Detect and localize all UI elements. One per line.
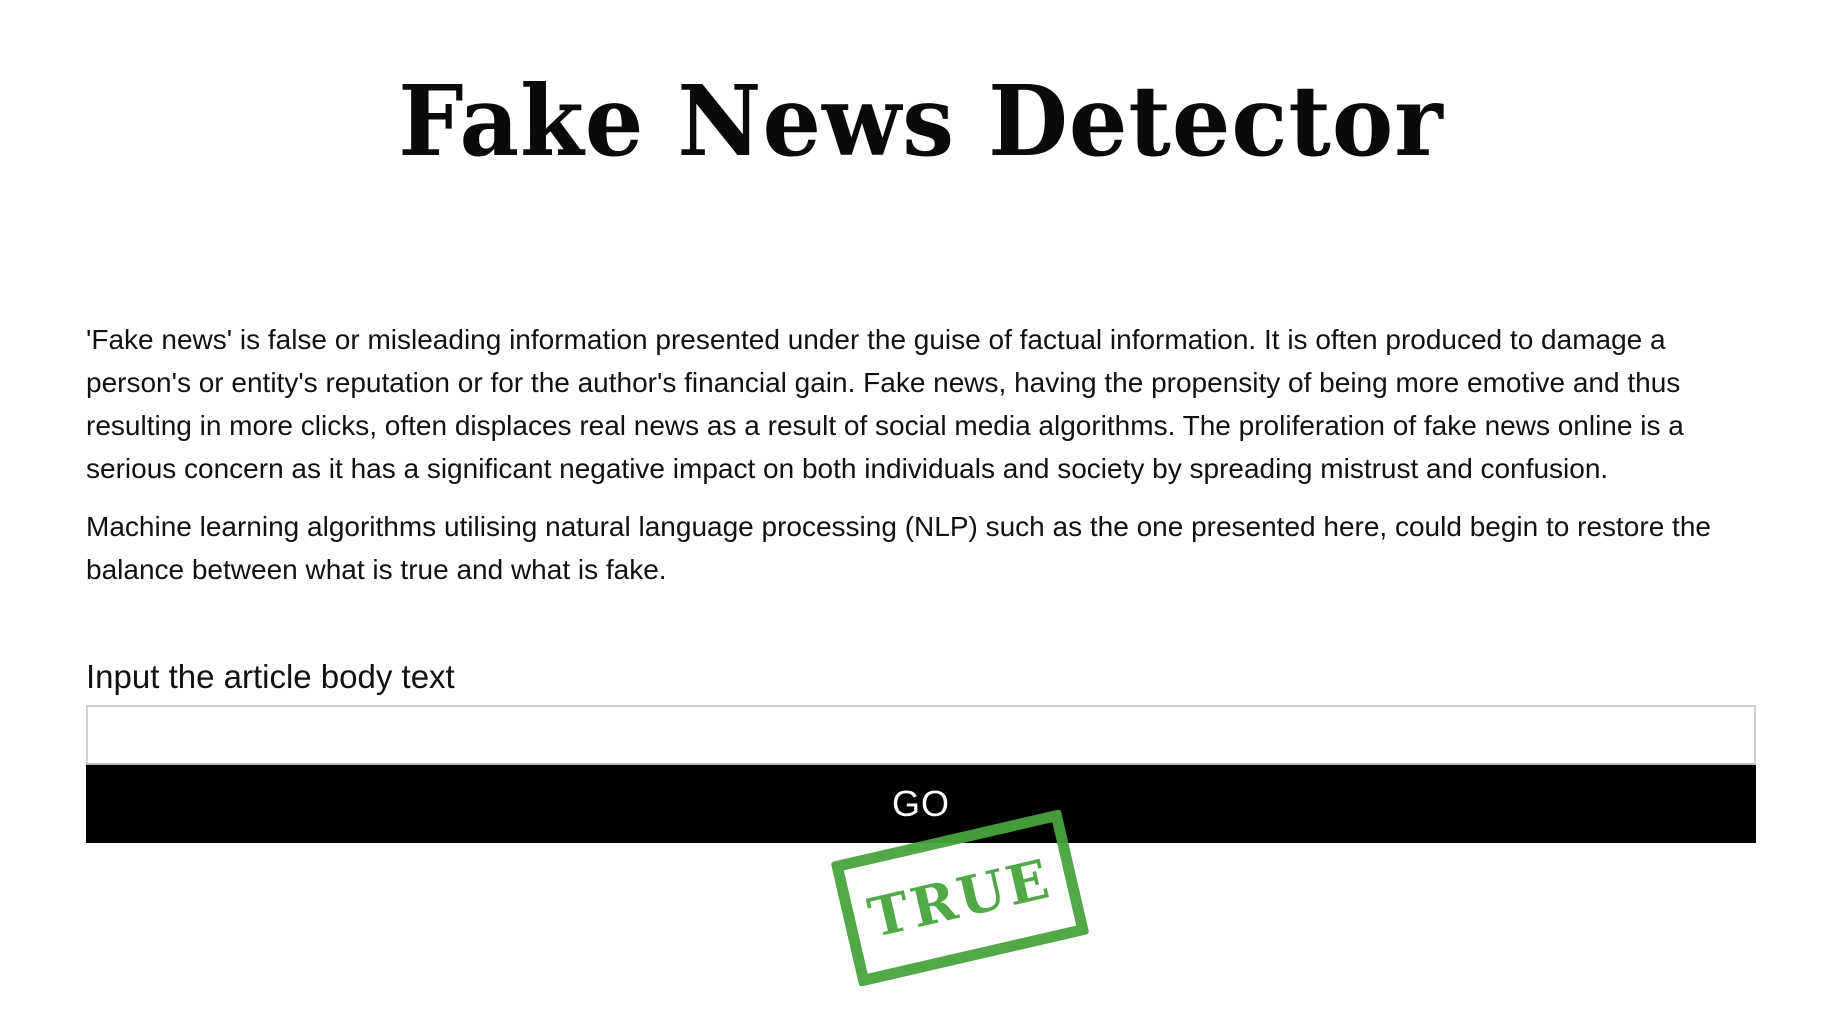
- page-container: Fake News Detector 'Fake news' is false …: [86, 0, 1756, 843]
- true-stamp-icon: TRUE: [830, 809, 1090, 987]
- article-text-input[interactable]: [86, 704, 1756, 765]
- article-form: Input the article body text GO: [86, 657, 1756, 843]
- stamp-label: TRUE: [862, 845, 1058, 951]
- intro-paragraph-2: Machine learning algorithms utilising na…: [86, 510, 1711, 585]
- intro-section: 'Fake news' is false or misleading infor…: [86, 318, 1756, 591]
- page-title: Fake News Detector: [398, 63, 1444, 179]
- article-input-label: Input the article body text: [86, 657, 455, 695]
- result-stamp: TRUE: [830, 809, 1090, 987]
- intro-paragraph-1: 'Fake news' is false or misleading infor…: [86, 323, 1684, 484]
